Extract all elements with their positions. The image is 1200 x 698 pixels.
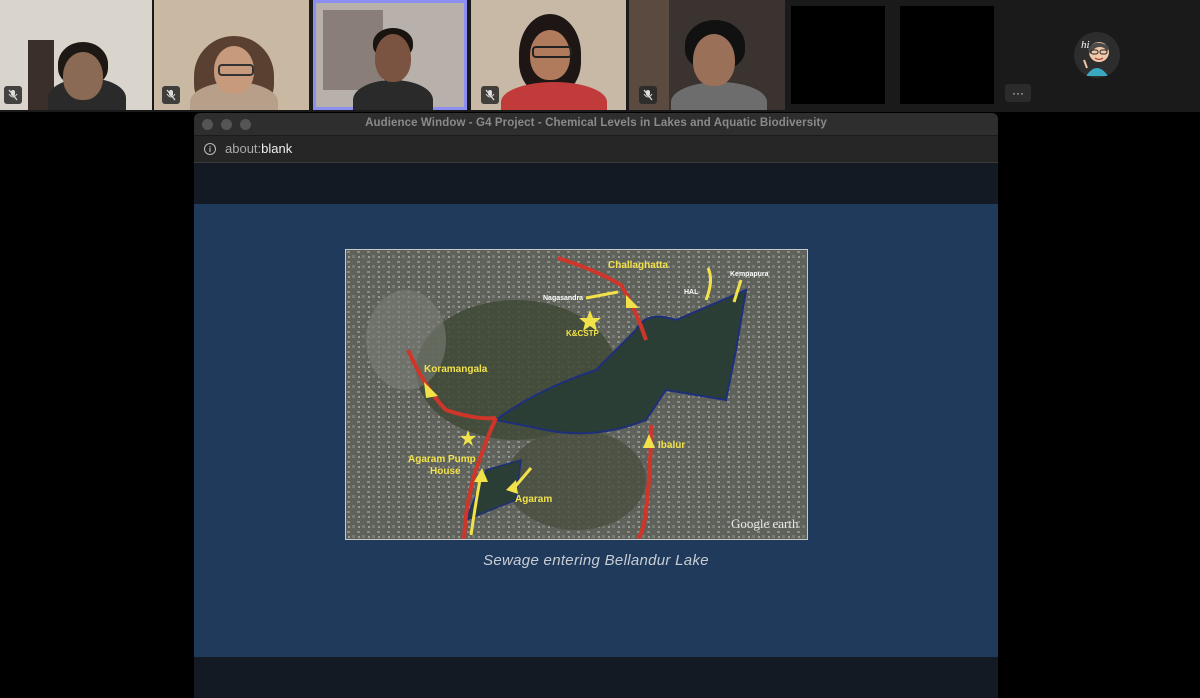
glasses-icon (532, 46, 572, 58)
url-text[interactable]: about:blank (225, 141, 292, 156)
map-label-challaghatta: Challaghatta (608, 260, 668, 271)
map-label-nagasandra: Nagasandra (543, 295, 583, 302)
slide-top-band (194, 163, 998, 204)
bellandur-lake-satellite-map: Challaghatta Kempapura Nagasandra HAL K&… (345, 249, 808, 541)
presentation-slide: Challaghatta Kempapura Nagasandra HAL K&… (194, 204, 998, 657)
mic-muted-icon[interactable] (4, 86, 22, 104)
more-options-button[interactable]: ··· (1005, 84, 1031, 102)
map-label-kempapura: Kempapura (730, 271, 769, 278)
info-icon[interactable]: i (204, 143, 216, 155)
window-titlebar[interactable]: Audience Window - G4 Project - Chemical … (194, 113, 998, 136)
profile-cartoon-icon: hi (1074, 32, 1120, 78)
map-label-ibalur: Ibalur (658, 440, 685, 451)
participant-tile-active-speaker[interactable] (313, 0, 467, 110)
avatar[interactable]: hi (1074, 32, 1120, 78)
satellite-map-image: Challaghatta Kempapura Nagasandra HAL K&… (346, 250, 807, 541)
map-label-agaram: Agaram (515, 494, 552, 505)
map-label-house: House (430, 466, 461, 477)
map-label-koramangala: Koramangala (424, 364, 488, 375)
mic-muted-icon[interactable] (481, 86, 499, 104)
address-bar[interactable]: i about:blank (194, 136, 998, 163)
slide-caption: Sewage entering Bellandur Lake (483, 552, 709, 569)
google-earth-watermark: Google earth (731, 516, 799, 531)
participant-tile-video-off-1[interactable] (791, 6, 885, 104)
map-label-kcstp: K&CSTP (566, 329, 600, 338)
participant-tile-5[interactable] (629, 0, 785, 110)
glasses-icon (218, 64, 254, 76)
participant-tile-1[interactable] (0, 0, 152, 110)
window-title: Audience Window - G4 Project - Chemical … (365, 117, 827, 129)
hi-text: hi (1081, 39, 1090, 51)
mic-muted-icon[interactable] (162, 86, 180, 104)
participant-tile-2[interactable] (154, 0, 309, 110)
audience-window: Audience Window - G4 Project - Chemical … (194, 113, 998, 698)
map-label-hal: HAL (684, 289, 699, 296)
participant-tile-video-off-2[interactable] (900, 6, 994, 104)
participant-tile-4[interactable] (471, 0, 626, 110)
slide-bottom-band (194, 657, 998, 698)
participant-strip: ··· hi (0, 0, 1200, 112)
map-label-agaram-pump: Agaram Pump (408, 454, 476, 465)
mic-muted-icon[interactable] (639, 86, 657, 104)
